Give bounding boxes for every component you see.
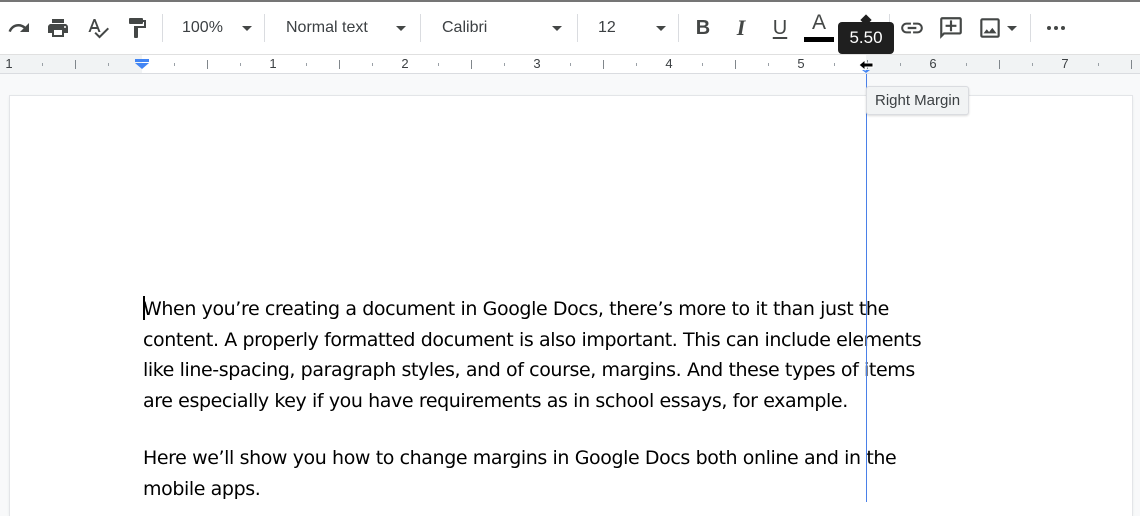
ruler-label: 7 [1061,56,1069,71]
ruler-label: 5 [797,56,805,71]
toolbar-divider [420,14,421,42]
font-dropdown[interactable]: Calibri [442,12,562,44]
toolbar-divider [678,14,679,42]
ruler-tick [900,63,901,66]
more-options-button[interactable] [1042,12,1070,44]
bold-button[interactable]: B [689,12,717,44]
chevron-down-icon [656,26,666,31]
ruler-label: 1 [5,56,13,71]
toolbar-divider [1030,14,1031,42]
italic-icon: I [736,15,746,40]
ruler-tick [768,63,769,66]
text-color-button[interactable]: A [803,10,835,42]
redo-icon [8,23,29,32]
link-icon [901,22,923,34]
zoom-value: 100% [182,19,223,36]
print-icon [48,19,68,37]
ruler-tick [75,60,76,69]
zoom-dropdown[interactable]: 100% [182,12,252,44]
underline-button[interactable]: U [766,12,794,44]
text-color-icon: A [811,10,826,34]
ruler-tick [1032,63,1033,66]
chevron-down-icon [242,26,252,31]
paragraph-style-dropdown[interactable]: Normal text [286,12,406,44]
text-line: are especially key if you have requireme… [143,389,848,412]
text-line: When you’re creating a document in Googl… [143,294,923,325]
font-value: Calibri [442,19,488,36]
ruler-tick [735,60,736,69]
ruler-tick [207,60,208,69]
ruler-tick [834,63,835,66]
ruler-tick [1098,63,1099,66]
text-line: Here we’ll show you how to change margin… [143,447,897,469]
paragraph-style-value: Normal text [286,19,368,36]
ruler-label: 2 [401,56,409,71]
add-comment-button[interactable] [937,12,965,44]
left-indent-marker[interactable] [134,59,150,69]
insert-image-button[interactable] [974,12,1020,44]
ruler-tick [636,63,637,66]
ruler-tick [999,60,1000,69]
ruler-tick [702,63,703,66]
bold-icon: B [695,16,711,39]
ruler-label: 1 [269,56,277,71]
document-body[interactable]: When you’re creating a document in Googl… [143,294,923,504]
spellcheck-button[interactable] [84,12,112,44]
chevron-down-icon [1007,25,1017,31]
text-line: content. A properly formatted document i… [143,328,922,351]
ruler-tick [240,63,241,66]
ruler-tick [174,63,175,66]
paint-format-button[interactable] [123,12,151,44]
ruler-tick [471,60,472,69]
right-margin-tooltip: Right Margin [866,86,970,115]
insert-link-button[interactable] [898,12,926,44]
horizontal-ruler[interactable]: 1 1 2 3 4 5 6 7 [0,54,1140,74]
text-line: like line-spacing, paragraph styles, and… [143,359,915,381]
toolbar-divider [264,14,265,42]
chevron-down-icon [396,26,406,31]
ruler-tick [438,63,439,66]
ruler-tick [603,60,604,69]
ruler-tick [570,63,571,66]
font-size-dropdown[interactable]: 12 [598,12,666,44]
paint-format-icon [129,18,146,38]
add-comment-icon [940,17,962,39]
text-line-content: When you’re creating a document in Googl… [143,298,889,320]
ruler-tick [372,63,373,66]
spellcheck-icon [88,19,109,39]
print-button[interactable] [44,12,72,44]
more-options-icon [1047,26,1065,30]
toolbar: 100% Normal text Calibri 12 B I U A 5.50 [0,2,1140,54]
toolbar-divider [162,14,163,42]
toolbar-divider [577,14,578,42]
paragraph: When you’re creating a document in Googl… [143,294,923,416]
ruler-tick [1131,60,1132,69]
ruler-tick [966,63,967,66]
ruler-tick [108,63,109,66]
font-size-value: 12 [598,19,616,36]
paragraph: Here we’ll show you how to change margin… [143,443,923,504]
ruler-tick [504,63,505,66]
ruler-tick [339,60,340,69]
text-color-swatch [804,36,834,42]
ruler-label: 3 [533,56,541,71]
margin-value-tooltip: 5.50 [838,22,894,54]
underline-icon: U [772,16,788,39]
right-margin-guide-line [866,74,867,502]
italic-button[interactable]: I [727,12,755,44]
ruler-tick [42,63,43,66]
redo-button[interactable] [5,12,33,44]
ruler-label: 4 [665,56,673,71]
ruler-label: 6 [929,56,937,71]
insert-image-icon [980,18,1000,38]
text-line: mobile apps. [143,477,261,500]
ruler-tick [306,63,307,66]
right-margin-drag-handle[interactable] [857,57,875,73]
chevron-down-icon [552,26,562,31]
